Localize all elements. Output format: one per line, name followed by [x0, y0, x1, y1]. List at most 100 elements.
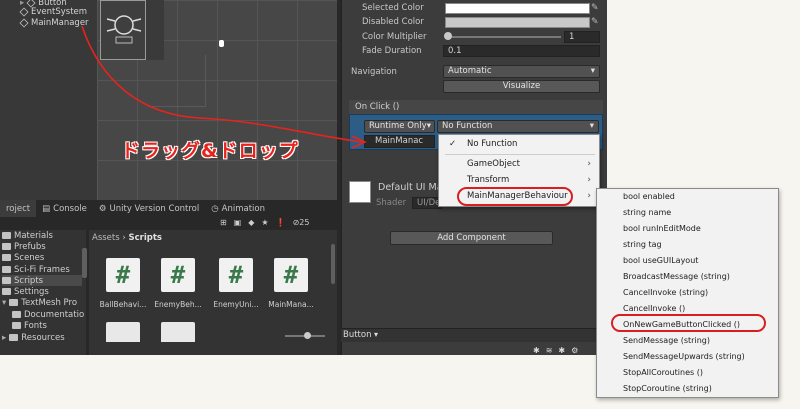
color-multiplier-field[interactable]: 1	[564, 31, 600, 43]
shader-label: Shader	[376, 198, 407, 208]
multiplier-slider-track[interactable]	[449, 36, 561, 38]
onclick-header: On Click ()	[349, 100, 603, 114]
chevron-down-icon: ▾	[426, 121, 431, 131]
target-object-value: MainManac	[375, 136, 424, 146]
version-control-icon: ⚙	[98, 203, 107, 214]
folder-icon	[2, 288, 11, 295]
folder-label: TextMesh Pro	[21, 297, 78, 308]
menu-item-label: GameObject	[467, 159, 520, 169]
tab-animation[interactable]: ◷ Animation	[205, 200, 271, 217]
plus-icon[interactable]: ⊞	[220, 218, 227, 227]
breadcrumb-current[interactable]: Scripts	[128, 233, 161, 243]
member-item[interactable]: StopCoroutine (string)	[623, 381, 712, 396]
script-asset-icon[interactable]: #	[161, 258, 195, 292]
zoom-slider-handle[interactable]	[304, 332, 311, 339]
chevron-right-icon: ›	[587, 175, 591, 185]
multiplier-slider-handle[interactable]	[444, 32, 452, 40]
folder-textmesh-pro[interactable]: ▾ TextMesh Pro	[2, 297, 77, 308]
folder-scripts[interactable]: Scripts	[2, 275, 82, 286]
folder-label: Resources	[21, 332, 65, 343]
function-dropdown[interactable]: No Function ▾	[437, 120, 599, 133]
visualize-button[interactable]: Visualize	[443, 80, 600, 93]
folder-scifi-frames[interactable]: Sci-Fi Frames	[2, 264, 70, 275]
member-item[interactable]: BroadcastMessage (string)	[623, 269, 730, 284]
tab-console[interactable]: ▤ Console	[36, 200, 93, 217]
folder-icon	[9, 299, 19, 306]
menu-item-label: Transform	[467, 175, 510, 185]
script-asset-icon[interactable]	[161, 322, 195, 342]
add-component-button[interactable]: Add Component	[390, 231, 553, 245]
tag-icon[interactable]: ◆	[248, 218, 254, 227]
fade-duration-field[interactable]: 0.1	[443, 45, 600, 57]
eyedropper-icon[interactable]: ✎	[591, 17, 599, 27]
preview-button-label[interactable]: Button	[343, 330, 371, 340]
folder-label: Fonts	[24, 320, 47, 331]
folder-fonts[interactable]: Fonts	[12, 320, 47, 331]
folder-label: Scripts	[14, 275, 44, 286]
menu-item-gameobject[interactable]: GameObject ›	[439, 157, 599, 172]
navigation-value: Automatic	[448, 66, 492, 76]
hidden-count[interactable]: ⊘25	[293, 218, 310, 227]
folder-settings[interactable]: Settings	[2, 286, 49, 297]
member-item[interactable]: bool runInEditMode	[623, 221, 701, 236]
folder-label: Prefubs	[14, 241, 46, 252]
script-asset-icon[interactable]: #	[274, 258, 308, 292]
member-item[interactable]: StopAllCoroutines ()	[623, 365, 703, 380]
chevron-down-icon[interactable]: ▾	[374, 330, 378, 339]
member-item[interactable]: SendMessageUpwards (string)	[623, 349, 745, 364]
star-icon[interactable]: ★	[261, 218, 268, 227]
eyedropper-icon[interactable]: ✎	[591, 3, 599, 13]
highlight-ring	[457, 187, 573, 206]
project-folder-tree: Materials Prefubs Scenes Sci-Fi Frames S…	[0, 230, 86, 355]
script-asset-icon[interactable]: #	[106, 258, 140, 292]
member-item[interactable]: string tag	[623, 237, 662, 252]
folder-label: Scenes	[14, 252, 45, 263]
bug-icon[interactable]: ✱	[533, 346, 540, 355]
folder-prefubs[interactable]: Prefubs	[2, 241, 46, 252]
folder-icon	[2, 243, 11, 250]
breadcrumb-root[interactable]: Assets	[92, 233, 120, 243]
asset-label: EnemyUni...	[213, 300, 259, 309]
script-asset-icon[interactable]	[106, 322, 140, 342]
asset-label: MainMana...	[268, 300, 314, 309]
settings-icon[interactable]: ⚙	[571, 346, 578, 355]
filter-icon[interactable]: ▣	[234, 218, 242, 227]
member-item[interactable]: string name	[623, 205, 671, 220]
folder-scenes[interactable]: Scenes	[2, 252, 44, 263]
member-item[interactable]: bool enabled	[623, 189, 675, 204]
folder-resources[interactable]: ▸ Resources	[2, 332, 65, 343]
navigation-dropdown[interactable]: Automatic ▾	[443, 65, 600, 78]
folder-label: Sci-Fi Frames	[14, 264, 70, 275]
menu-divider	[445, 154, 595, 155]
tab-label: Console	[53, 203, 87, 214]
folder-icon	[2, 254, 11, 261]
info-icon[interactable]: ❗	[276, 218, 286, 227]
tab-label: Unity Version Control	[109, 203, 200, 214]
bug-icon[interactable]: ✱	[558, 346, 565, 355]
tab-label: Animation	[221, 203, 266, 214]
project-toolbar: ⊞ ▣ ◆ ★ ❗ ⊘25	[220, 216, 337, 229]
selected-color-field[interactable]	[445, 3, 590, 14]
chevron-right-icon: ▸	[2, 332, 7, 343]
tab-project[interactable]: roject	[0, 200, 37, 217]
folder-materials[interactable]: Materials	[2, 230, 53, 241]
folder-documentation[interactable]: Documentatio	[12, 309, 84, 320]
material-preview	[349, 181, 371, 203]
layers-icon[interactable]: ≋	[546, 346, 553, 355]
disabled-color-field[interactable]	[445, 17, 590, 28]
chevron-down-icon: ▾	[590, 66, 595, 76]
menu-item-no-function[interactable]: ✓ No Function	[439, 137, 599, 152]
member-item[interactable]: SendMessage (string)	[623, 333, 710, 348]
chevron-down-icon: ▾	[2, 297, 7, 308]
member-item[interactable]: CancelInvoke (string)	[623, 285, 708, 300]
menu-item-transform[interactable]: Transform ›	[439, 173, 599, 188]
status-icons: ✱ ≋ ✱ ⚙	[533, 346, 603, 355]
tab-label: roject	[6, 203, 31, 214]
member-menu: bool enabled string name bool runInEditM…	[596, 188, 779, 398]
member-item[interactable]: bool useGUILayout	[623, 253, 698, 268]
tab-version-control[interactable]: ⚙ Unity Version Control	[93, 200, 205, 217]
assets-scrollbar[interactable]	[331, 244, 335, 284]
folder-icon	[2, 232, 11, 239]
script-asset-icon[interactable]: #	[219, 258, 253, 292]
tree-scrollbar[interactable]	[82, 248, 87, 278]
